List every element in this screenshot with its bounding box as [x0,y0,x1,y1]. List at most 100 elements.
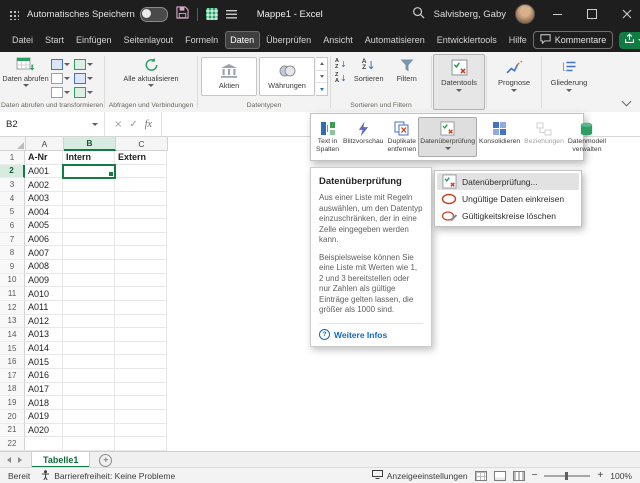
share-button[interactable] [619,31,640,49]
insert-function-icon[interactable]: fx [145,119,152,130]
cell-B8[interactable] [63,246,115,260]
accessibility-status[interactable]: Barrierefreiheit: Keine Probleme [41,469,175,482]
refresh-all-button[interactable]: Alle aktualisieren [121,55,181,88]
row-header-7[interactable]: 7 [0,232,25,247]
row-header-15[interactable]: 15 [0,341,25,356]
tab-start[interactable]: Start [40,31,70,49]
autosave-control[interactable]: Automatisches Speichern [27,6,168,22]
avatar[interactable] [515,4,535,24]
tab-ansicht[interactable]: Ansicht [318,31,359,49]
row-header-10[interactable]: 10 [0,273,25,288]
row-header-2[interactable]: 2 [0,164,25,179]
quick-access-menu-icon[interactable] [225,9,237,19]
row-header-6[interactable]: 6 [0,219,25,233]
row-header-4[interactable]: 4 [0,191,25,206]
enter-formula-icon[interactable]: ✓ [129,119,137,130]
cell-C18[interactable] [115,382,167,397]
name-box[interactable]: B2 [0,112,105,136]
data-source-button[interactable] [72,86,94,99]
page-break-view-button[interactable] [512,470,525,481]
cell-A2[interactable]: A001 [25,164,63,179]
autosave-toggle[interactable] [139,6,168,22]
cell-A20[interactable]: A019 [25,409,63,424]
cell-C11[interactable] [115,287,167,301]
zoom-in-button[interactable]: + [597,470,603,481]
cell-B11[interactable] [63,287,115,301]
cell-A15[interactable]: A014 [25,341,63,356]
sort-button[interactable]: A Z ↓ Sortieren [349,55,389,83]
cell-B19[interactable] [63,396,115,410]
cell-A6[interactable]: A005 [25,219,63,233]
cell-B22[interactable] [63,437,115,451]
row-header-18[interactable]: 18 [0,382,25,397]
row-header-16[interactable]: 16 [0,355,25,369]
cell-A10[interactable]: A009 [25,273,63,288]
column-header-c[interactable]: C [116,137,168,151]
cell-C19[interactable] [115,396,167,410]
collapse-ribbon-chevron-icon[interactable] [621,96,632,107]
cell-C1[interactable]: Extern [115,151,167,165]
cell-B3[interactable] [63,178,115,192]
cell-C12[interactable] [115,300,167,315]
row-header-5[interactable]: 5 [0,205,25,220]
cell-B10[interactable] [63,273,115,288]
cell-B15[interactable] [63,341,115,356]
cell-B14[interactable] [63,328,115,342]
menu-item-datenüberprüfung[interactable]: Datenüberprüfung... [437,173,579,190]
select-all-corner[interactable] [0,137,26,151]
cell-C15[interactable] [115,341,167,356]
cell-A21[interactable]: A020 [25,423,63,438]
cell-C7[interactable] [115,232,167,247]
row-header-12[interactable]: 12 [0,300,25,315]
cell-B13[interactable] [63,314,115,329]
add-sheet-button[interactable]: + [99,453,113,467]
cell-A8[interactable]: A007 [25,246,63,260]
sheet-tab-tabelle1[interactable]: Tabelle1 [31,452,91,468]
cell-B4[interactable] [63,191,115,206]
page-layout-view-button[interactable] [493,470,506,481]
row-header-20[interactable]: 20 [0,409,25,424]
tab-seitenlayout[interactable]: Seitenlayout [118,31,179,49]
cell-A1[interactable]: A-Nr [25,151,63,165]
row-header-8[interactable]: 8 [0,246,25,260]
column-header-b[interactable]: B [64,137,116,151]
menu-item-ungültige-daten-einkreisen[interactable]: Ungültige Daten einkreisen [437,190,579,207]
zoom-slider-thumb[interactable] [565,471,569,480]
currencies-button[interactable]: Währungen [259,57,316,96]
tab-daten[interactable]: Daten [224,31,260,49]
row-header-21[interactable]: 21 [0,423,25,438]
cell-A19[interactable]: A018 [25,396,63,410]
save-icon[interactable] [176,6,189,22]
get-data-button[interactable]: Daten abrufen [2,55,49,88]
tab-formeln[interactable]: Formeln [180,31,224,49]
sheet-nav-right-icon[interactable] [18,457,22,463]
flyout-item-duplikate-entfernen[interactable]: Duplikate entfernen [385,117,418,157]
maximize-button[interactable] [579,0,605,28]
existing-connections-button[interactable] [49,86,71,99]
stocks-button[interactable]: Aktien [201,57,258,96]
cell-C6[interactable] [115,219,167,233]
cell-C8[interactable] [115,246,167,260]
cell-C5[interactable] [115,205,167,220]
cell-A14[interactable]: A013 [25,328,63,342]
search-icon[interactable] [412,6,425,22]
sort-za-button[interactable]: Z A ↓ [335,72,347,84]
tab-einfügen[interactable]: Einfügen [71,31,118,49]
sort-az-button[interactable]: A Z ↓ [335,58,347,70]
cell-B9[interactable] [63,260,115,274]
flyout-item-blitzvorschau[interactable]: Blitzvorschau [341,117,385,157]
flyout-item-datenmodell-verwalten[interactable]: Datenmodell verwalten [566,117,608,157]
cell-A3[interactable]: A002 [25,178,63,192]
cell-B2[interactable] [62,163,116,180]
cell-A5[interactable]: A004 [25,205,63,220]
cell-B18[interactable] [63,382,115,397]
cancel-formula-icon[interactable]: × [114,119,122,130]
flyout-item-text-in-spalten[interactable]: Text in Spalten [314,117,341,157]
cell-A4[interactable]: A003 [25,191,63,206]
row-header-9[interactable]: 9 [0,260,25,274]
menu-item-gültigkeitskreise-löschen[interactable]: Gültigkeitskreise löschen [437,207,579,224]
cell-C3[interactable] [115,178,167,192]
tab-hilfe[interactable]: Hilfe [503,31,532,49]
comments-button[interactable]: Kommentare [532,31,614,49]
row-header-17[interactable]: 17 [0,369,25,383]
